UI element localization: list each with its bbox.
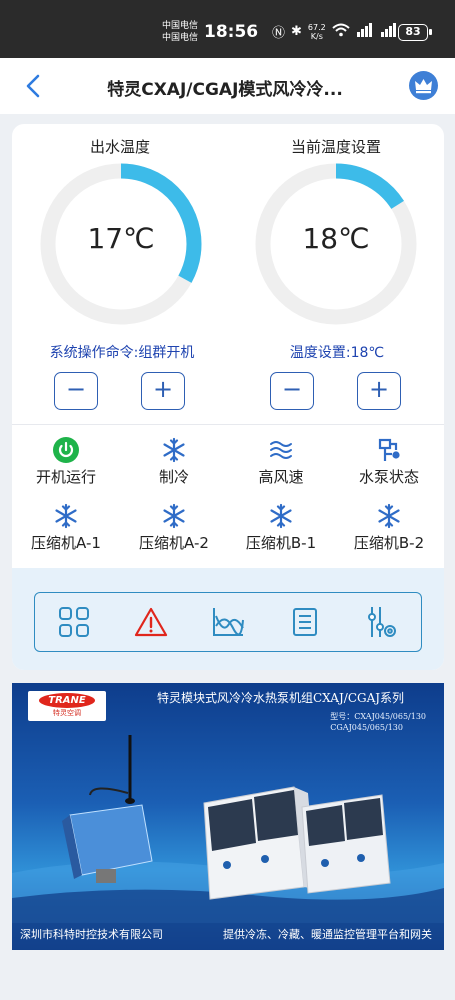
vip-button[interactable] bbox=[409, 71, 438, 100]
company-name: 深圳市科特时控技术有限公司 bbox=[20, 928, 163, 941]
status-label: 高风速 bbox=[258, 468, 304, 486]
status-label: 压缩机A-2 bbox=[139, 534, 209, 552]
alarm-button[interactable] bbox=[131, 602, 171, 642]
control-card: 出水温度 17℃ 当前温度设置 18℃ 系统操作命令:组群开机 温度设置:18℃… bbox=[12, 124, 444, 670]
function-toolbar bbox=[34, 592, 422, 652]
trane-logo-mark: TRANE bbox=[39, 693, 95, 708]
trane-cn-name: 特灵空调 bbox=[53, 709, 81, 717]
model-text: 型号：CXAJ045/065/130 CGAJ045/065/130 bbox=[330, 711, 426, 733]
crown-icon bbox=[415, 79, 432, 94]
carrier-text: 中国电信 中国电信 bbox=[162, 20, 198, 44]
temp-plus-button[interactable]: + bbox=[357, 372, 401, 410]
status-compressor-b2: 压缩机B-2 bbox=[339, 502, 439, 553]
snowflake-icon bbox=[163, 437, 185, 463]
status-label: 水泵状态 bbox=[358, 468, 419, 486]
status-bar: 中国电信 中国电信 18:56 Ⓝ ✱ 67.2 K/s 83 bbox=[0, 0, 455, 58]
temp-setting-label: 当前温度设置 bbox=[290, 138, 381, 156]
snowflake-icon bbox=[163, 503, 185, 529]
net-speed: 67.2 K/s bbox=[308, 23, 326, 41]
product-banner[interactable]: TRANE 特灵空调 特灵模块式风冷冷水热泵机组CXAJ/CGAJ系列 型号：C… bbox=[12, 683, 444, 950]
model-line-1: 型号：CXAJ045/065/130 bbox=[330, 712, 426, 721]
grid-icon bbox=[58, 607, 89, 637]
list-button[interactable] bbox=[285, 602, 325, 642]
pump-icon bbox=[378, 438, 400, 461]
carrier-1: 中国电信 bbox=[162, 21, 199, 31]
carrier-2: 中国电信 bbox=[162, 33, 199, 43]
settings-sliders-icon bbox=[368, 607, 397, 637]
status-label: 压缩机B-1 bbox=[245, 534, 317, 552]
command-minus-button[interactable]: − bbox=[54, 372, 98, 410]
temp-setting-text: 温度设置:18℃ bbox=[289, 345, 385, 361]
status-power-run: 开机运行 bbox=[16, 436, 116, 487]
status-cooling: 制冷 bbox=[124, 436, 224, 487]
banner-title: 特灵模块式风冷冷水热泵机组CXAJ/CGAJ系列 bbox=[157, 691, 405, 705]
wifi-icon bbox=[332, 23, 350, 41]
snowflake-icon bbox=[378, 503, 400, 529]
status-compressor-a2: 压缩机A-2 bbox=[124, 502, 224, 553]
list-icon bbox=[293, 608, 318, 636]
trend-button[interactable] bbox=[208, 602, 248, 642]
battery-icon: 83 bbox=[398, 24, 432, 41]
status-label: 制冷 bbox=[158, 468, 189, 486]
status-label: 压缩机B-2 bbox=[353, 534, 425, 552]
settings-button[interactable] bbox=[362, 602, 402, 642]
outlet-temp-value: 17℃ bbox=[87, 222, 155, 255]
overview-button[interactable] bbox=[54, 602, 94, 642]
system-command-text: 系统操作命令:组群开机 bbox=[49, 345, 195, 361]
bluetooth-icon: ✱ bbox=[291, 24, 302, 39]
status-compressor-a1: 压缩机A-1 bbox=[16, 502, 116, 553]
trend-chart-icon bbox=[212, 608, 244, 636]
snowflake-icon bbox=[270, 503, 292, 529]
net-speed-value: 67.2 bbox=[307, 22, 326, 32]
divider bbox=[12, 424, 444, 425]
power-icon bbox=[53, 437, 79, 463]
banner-slogan: 提供冷冻、冷藏、暖通监控管理平台和网关 bbox=[223, 928, 432, 941]
page-title: 特灵CXAJ/CGAJ模式风冷冷... bbox=[107, 80, 343, 100]
signal-icon-2 bbox=[380, 22, 398, 41]
outlet-temp-label: 出水温度 bbox=[89, 138, 150, 156]
status-label: 压缩机A-1 bbox=[31, 534, 101, 552]
nfc-icon: Ⓝ bbox=[272, 26, 286, 41]
command-plus-button[interactable]: + bbox=[141, 372, 185, 410]
status-label: 开机运行 bbox=[35, 468, 96, 486]
snowflake-icon bbox=[55, 503, 77, 529]
back-arrow-icon bbox=[26, 74, 40, 98]
toolbar-area bbox=[12, 568, 444, 670]
clock: 18:56 bbox=[204, 22, 259, 42]
back-button[interactable] bbox=[22, 72, 46, 100]
temp-minus-button[interactable]: − bbox=[270, 372, 314, 410]
net-speed-unit: K/s bbox=[310, 31, 323, 41]
trane-logo: TRANE 特灵空调 bbox=[28, 691, 106, 721]
status-compressor-b1: 压缩机B-1 bbox=[231, 502, 331, 553]
model-line-2: CGAJ045/065/130 bbox=[330, 723, 403, 732]
status-pump: 水泵状态 bbox=[339, 436, 439, 487]
status-icons: Ⓝ ✱ 67.2 K/s bbox=[272, 22, 398, 41]
nav-bar: 特灵CXAJ/CGAJ模式风冷冷... bbox=[0, 58, 455, 114]
alarm-icon bbox=[134, 607, 167, 637]
temp-setting-value: 18℃ bbox=[302, 222, 370, 255]
signal-icon bbox=[356, 22, 374, 41]
status-high-wind: 高风速 bbox=[231, 436, 331, 487]
wind-icon bbox=[270, 441, 292, 459]
